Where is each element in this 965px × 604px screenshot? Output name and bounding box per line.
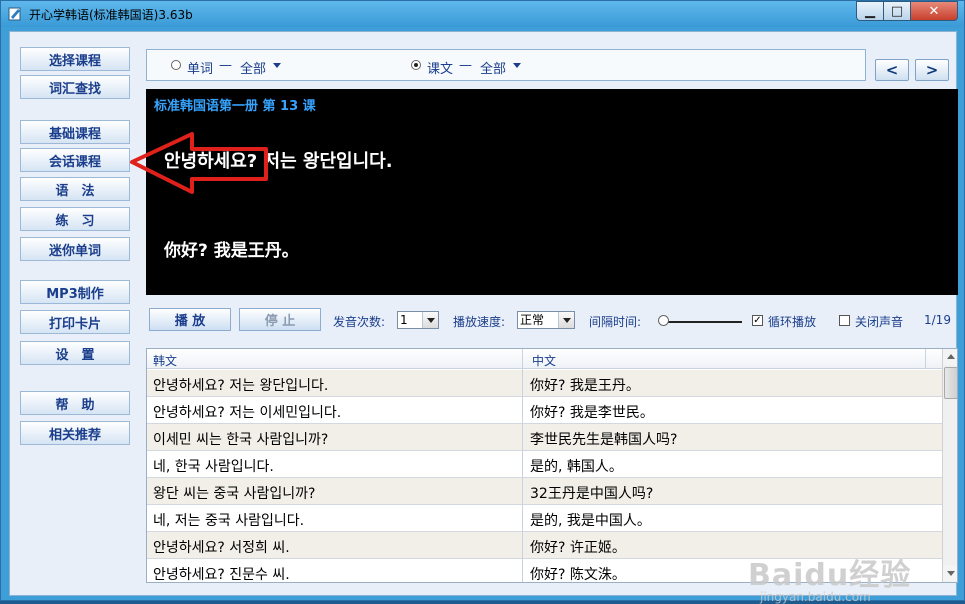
korean-cell: 안녕하세요? 진문수 씨. — [153, 567, 290, 583]
chevron-left-icon: < — [885, 61, 899, 79]
column-divider — [925, 349, 926, 369]
scroll-thumb[interactable] — [944, 367, 957, 399]
close-icon: ✕ — [928, 3, 940, 19]
korean-cell: 이세민 씨는 한국 사람입니까? — [153, 432, 329, 448]
loop-checkbox[interactable]: ✓ — [752, 315, 763, 326]
mute-checkbox[interactable] — [839, 315, 850, 326]
table-row[interactable]: 네, 한국 사람입니다. 是的, 韩国人。 — [147, 451, 942, 478]
watermark-logo: Baidu经验 — [748, 558, 912, 593]
text-mode-radio[interactable] — [411, 60, 421, 70]
maximize-icon: □ — [890, 3, 904, 19]
minimize-icon: ▁ — [865, 3, 875, 19]
chevron-right-icon: > — [925, 61, 939, 79]
table-row[interactable]: 네, 저는 중국 사람입니다. 是的, 我是中国人。 — [147, 505, 942, 532]
window-title: 开心学韩语(标准韩国语)3.63b — [29, 8, 193, 22]
interval-slider-track[interactable] — [664, 321, 742, 323]
table-row[interactable]: 왕단 씨는 중국 사람입니까? 32王丹是中国人吗? — [147, 478, 942, 505]
repeat-label: 发音次数: — [333, 315, 386, 329]
column-header-chinese[interactable]: 中文 — [532, 352, 556, 369]
text-scope-dropdown[interactable]: 全部 — [480, 58, 506, 77]
close-button[interactable]: ✕ — [910, 1, 958, 21]
chevron-down-icon[interactable] — [273, 63, 281, 68]
korean-cell: 안녕하세요? 서정희 씨. — [153, 540, 290, 556]
korean-cell: 안녕하세요? 저는 왕단입니다. — [153, 378, 329, 394]
chevron-down-icon[interactable] — [513, 63, 521, 68]
chevron-down-icon — [558, 312, 574, 328]
chinese-cell: 你好? 我是李世民。 — [530, 405, 654, 421]
column-divider — [522, 349, 523, 369]
page-counter: 1/19 — [924, 313, 951, 327]
chinese-cell: 32王丹是中国人吗? — [530, 486, 654, 502]
lesson-title: 标准韩国语第一册 第 13 课 — [154, 99, 316, 114]
chevron-up-icon — [947, 354, 955, 359]
mute-label: 关闭声音 — [855, 315, 904, 329]
chinese-cell: 你好? 我是王丹。 — [530, 378, 640, 394]
main-panel: 选择课程 词汇查找 基础课程 会话课程 语 法 练 习 迷你单词 MP3制作 打… — [9, 31, 958, 604]
next-button[interactable]: > — [915, 59, 949, 81]
sidebar-item-settings[interactable]: 设 置 — [20, 341, 130, 365]
app-window: 开心学韩语(标准韩国语)3.63b ▁ □ ✕ 选择课程 词汇查找 基础课程 会… — [0, 0, 965, 604]
chinese-cell: 是的, 我是中国人。 — [530, 513, 651, 529]
sidebar-item-grammar[interactable]: 语 法 — [20, 177, 130, 201]
sidebar-item-practice[interactable]: 练 习 — [20, 207, 130, 231]
word-mode-label: 单词 — [187, 62, 214, 77]
table-scrollbar[interactable] — [942, 349, 957, 582]
chevron-down-icon — [422, 312, 438, 328]
prev-button[interactable]: < — [875, 59, 909, 81]
table-header: 韩文 中文 — [147, 349, 942, 369]
speed-select[interactable]: 正常 — [517, 311, 575, 329]
interval-label: 间隔时间: — [589, 315, 642, 329]
scroll-down-button[interactable] — [943, 565, 957, 581]
sidebar-item-word-lookup[interactable]: 词汇查找 — [20, 75, 130, 99]
table-row[interactable]: 안녕하세요? 저는 왕단입니다. 你好? 我是王丹。 — [147, 370, 942, 397]
korean-cell: 왕단 씨는 중국 사람입니까? — [153, 486, 316, 502]
word-scope-dropdown[interactable]: 全部 — [240, 58, 266, 77]
minimize-button[interactable]: ▁ — [856, 1, 884, 21]
mode-selector: 单词 — 全部 课文 — 全部 — [146, 49, 866, 81]
playback-controls: 播 放 停 止 发音次数: 1 播放速度: 正常 间隔时间: ✓ 循环播放 关闭… — [146, 304, 958, 334]
sidebar-item-mini-words[interactable]: 迷你单词 — [20, 237, 130, 261]
word-mode-dash: — — [219, 58, 232, 73]
chinese-cell: 是的, 韩国人。 — [530, 459, 623, 475]
column-divider — [522, 369, 523, 582]
sidebar-item-mp3[interactable]: MP3制作 — [20, 280, 130, 304]
korean-cell: 네, 저는 중국 사람입니다. — [153, 513, 305, 529]
sidebar-item-help[interactable]: 帮 助 — [20, 391, 130, 415]
chevron-down-icon — [947, 571, 955, 576]
title-bar[interactable]: 开心学韩语(标准韩国语)3.63b ▁ □ ✕ — [1, 1, 964, 27]
interval-slider-handle[interactable] — [658, 315, 669, 326]
chinese-sentence: 你好? 我是王丹。 — [164, 241, 299, 261]
speed-value: 正常 — [520, 313, 545, 327]
sidebar-item-print-cards[interactable]: 打印卡片 — [20, 310, 130, 334]
sidebar-item-recommend[interactable]: 相关推荐 — [20, 421, 130, 445]
check-icon: ✓ — [753, 315, 762, 326]
chinese-cell: 你好? 陈文洙。 — [530, 567, 626, 583]
maximize-button[interactable]: □ — [883, 1, 911, 21]
sidebar-item-select-course[interactable]: 选择课程 — [20, 47, 130, 71]
column-header-korean[interactable]: 韩文 — [153, 352, 177, 369]
play-button[interactable]: 播 放 — [149, 308, 231, 331]
word-mode-radio[interactable] — [171, 60, 181, 70]
speed-label: 播放速度: — [453, 315, 506, 329]
table-row[interactable]: 이세민 씨는 한국 사람입니까? 李世民先生是韩国人吗? — [147, 424, 942, 451]
scroll-up-button[interactable] — [943, 349, 957, 365]
app-icon — [8, 7, 21, 21]
korean-cell: 네, 한국 사람입니다. — [153, 459, 274, 475]
sidebar-item-conversation-course[interactable]: 会话课程 — [20, 148, 130, 172]
text-mode-label: 课文 — [427, 62, 454, 77]
stop-button[interactable]: 停 止 — [239, 308, 321, 331]
korean-cell: 안녕하세요? 저는 이세민입니다. — [153, 405, 342, 421]
repeat-value: 1 — [400, 313, 408, 327]
repeat-select[interactable]: 1 — [397, 311, 439, 329]
sidebar-item-basic-course[interactable]: 基础课程 — [20, 120, 130, 144]
text-mode-dash: — — [459, 58, 472, 73]
baidu-watermark: Baidu经验 jingyan.baidu.com — [748, 550, 911, 604]
loop-label: 循环播放 — [768, 315, 817, 329]
chinese-cell: 你好? 许正姬。 — [530, 540, 626, 556]
sentence-table: 韩文 中文 안녕하세요? 저는 왕단입니다. 你好? 我是王丹。 안녕하세요? … — [146, 348, 958, 583]
table-row[interactable]: 안녕하세요? 저는 이세민입니다. 你好? 我是李世民。 — [147, 397, 942, 424]
red-arrow-annotation — [130, 132, 268, 194]
chinese-cell: 李世民先生是韩国人吗? — [530, 432, 678, 448]
